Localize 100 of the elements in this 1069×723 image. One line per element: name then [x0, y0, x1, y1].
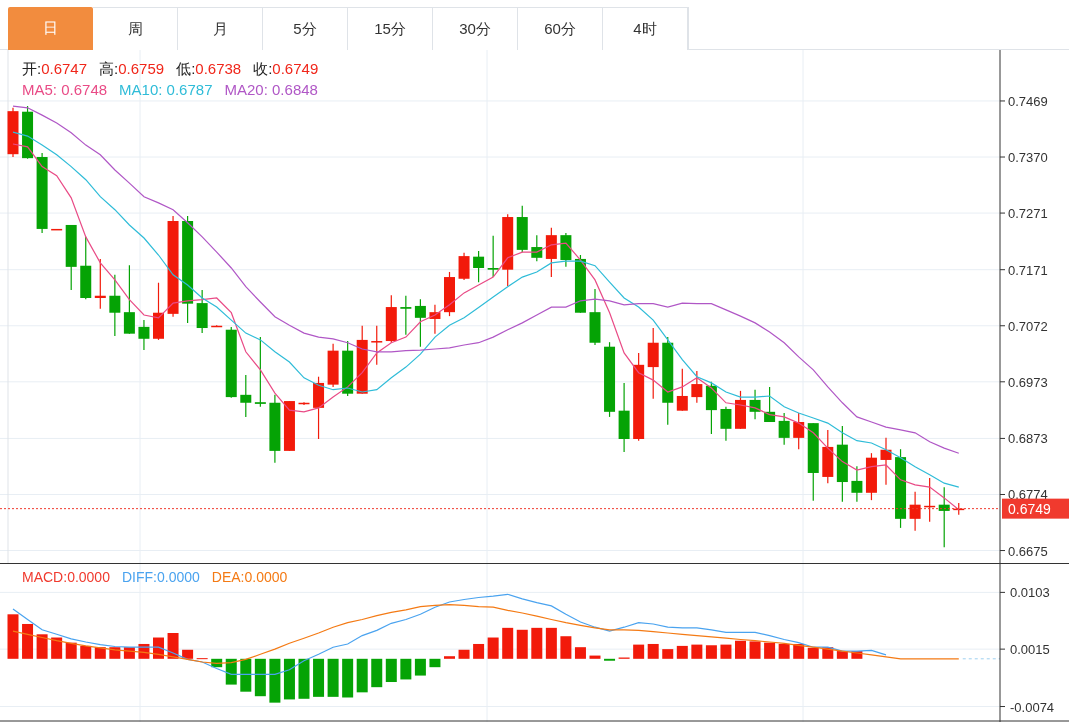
candlestick [211, 324, 223, 328]
candlestick [822, 429, 834, 484]
candlestick [924, 477, 936, 523]
candlestick [676, 368, 688, 412]
macd-bar [51, 637, 63, 659]
macd-bar [65, 642, 77, 659]
ma-legend-text: MA10: 0.6787 [119, 80, 213, 100]
candlestick [618, 382, 630, 453]
macd-bar [589, 655, 601, 659]
ma-legend-text: MA5: 0.6748 [22, 80, 108, 100]
period-tab[interactable]: 周 [93, 7, 178, 50]
candlestick [94, 258, 106, 310]
macd-bar [414, 658, 426, 676]
candlestick [356, 325, 368, 395]
axis-label: 0.7370 [1008, 150, 1048, 165]
macd-bar [94, 647, 106, 659]
period-tab[interactable]: 4时 [603, 7, 688, 50]
period-tab[interactable]: 30分 [433, 7, 518, 50]
macd-bar [7, 614, 19, 659]
macd-bar [254, 658, 266, 697]
macd-bar [793, 643, 805, 659]
candlestick [327, 343, 339, 388]
candlestick [487, 235, 499, 278]
macd-bar [211, 658, 223, 668]
macd-bar [473, 643, 485, 659]
candlestick [764, 386, 776, 423]
axis-label: 0.7469 [1008, 93, 1048, 109]
macd-bar [225, 658, 237, 685]
candlestick [909, 491, 921, 532]
macd-bar [778, 643, 790, 659]
candlestick [414, 298, 426, 348]
candlestick [51, 228, 63, 231]
candlestick [254, 336, 266, 408]
candlestick [283, 400, 295, 452]
quote-value: 0.6759 [118, 59, 165, 79]
macd-bar [327, 658, 339, 697]
candlestick [313, 376, 325, 440]
macd-bar [807, 647, 819, 659]
macd-bar [836, 651, 848, 659]
candlestick [65, 224, 77, 291]
macd-bar [705, 645, 717, 659]
macd-bar [458, 649, 470, 659]
quote-value: 0.6749 [272, 59, 319, 79]
candlestick [444, 271, 455, 317]
candlestick [793, 412, 805, 450]
axis-label: -0.0074 [1010, 699, 1055, 715]
ref-line-label: 0.6749 [1008, 500, 1052, 517]
candlestick [953, 502, 965, 516]
macd-bar [516, 629, 528, 659]
candlestick [865, 452, 877, 501]
macd-legend-text: DEA:0.0000 [211, 568, 288, 586]
candlestick [545, 227, 557, 278]
candlestick [938, 486, 950, 548]
macd-bar [283, 658, 295, 700]
candlestick [22, 105, 34, 160]
macd-bar [531, 627, 543, 659]
macd-bar [298, 658, 310, 699]
macd-bar [371, 658, 383, 688]
candlestick [80, 236, 92, 300]
ma-legend-text: MA20: 0.6848 [224, 80, 318, 100]
candlestick [851, 465, 863, 503]
period-tab[interactable]: 月 [178, 7, 263, 50]
candlestick [269, 394, 281, 464]
quote-label: 高: [99, 59, 119, 79]
macd-bar [313, 658, 325, 697]
macd-bar [662, 649, 674, 659]
macd-bar [182, 649, 194, 659]
macd-bar [153, 637, 164, 659]
axis-label: 0.7271 [1008, 206, 1048, 222]
macd-bar [109, 647, 121, 659]
quote-label: 收: [253, 59, 273, 79]
candlestick [880, 437, 892, 486]
macd-bar [487, 637, 499, 659]
candlestick [749, 389, 761, 420]
candlestick [196, 289, 208, 334]
axis-label: 0.6873 [1008, 431, 1048, 447]
macd-bar [545, 627, 557, 659]
axis-label: 0.0015 [1010, 642, 1050, 658]
candlestick [531, 234, 543, 262]
axis-label: 0.7171 [1008, 262, 1048, 278]
macd-bar [764, 642, 776, 659]
period-tab[interactable]: 15分 [348, 7, 433, 50]
macd-bar [138, 643, 150, 659]
macd-bar [22, 624, 34, 659]
macd-bar [749, 641, 761, 659]
candlestick [298, 401, 310, 406]
macd-bar [167, 633, 179, 659]
macd-bar [851, 651, 863, 659]
macd-bar [574, 647, 586, 659]
candlestick [473, 250, 485, 283]
period-tab[interactable]: 60分 [518, 7, 603, 50]
period-tab[interactable]: 5分 [263, 7, 348, 50]
candlestick [560, 232, 572, 268]
candlestick [429, 304, 441, 335]
macd-bar [444, 656, 455, 659]
macd-bar [240, 658, 252, 692]
axis-label: 0.7072 [1008, 318, 1048, 334]
current-price-badge: 0.6749 [1002, 498, 1069, 519]
macd-bar [80, 645, 92, 659]
macd-bar [633, 644, 645, 659]
